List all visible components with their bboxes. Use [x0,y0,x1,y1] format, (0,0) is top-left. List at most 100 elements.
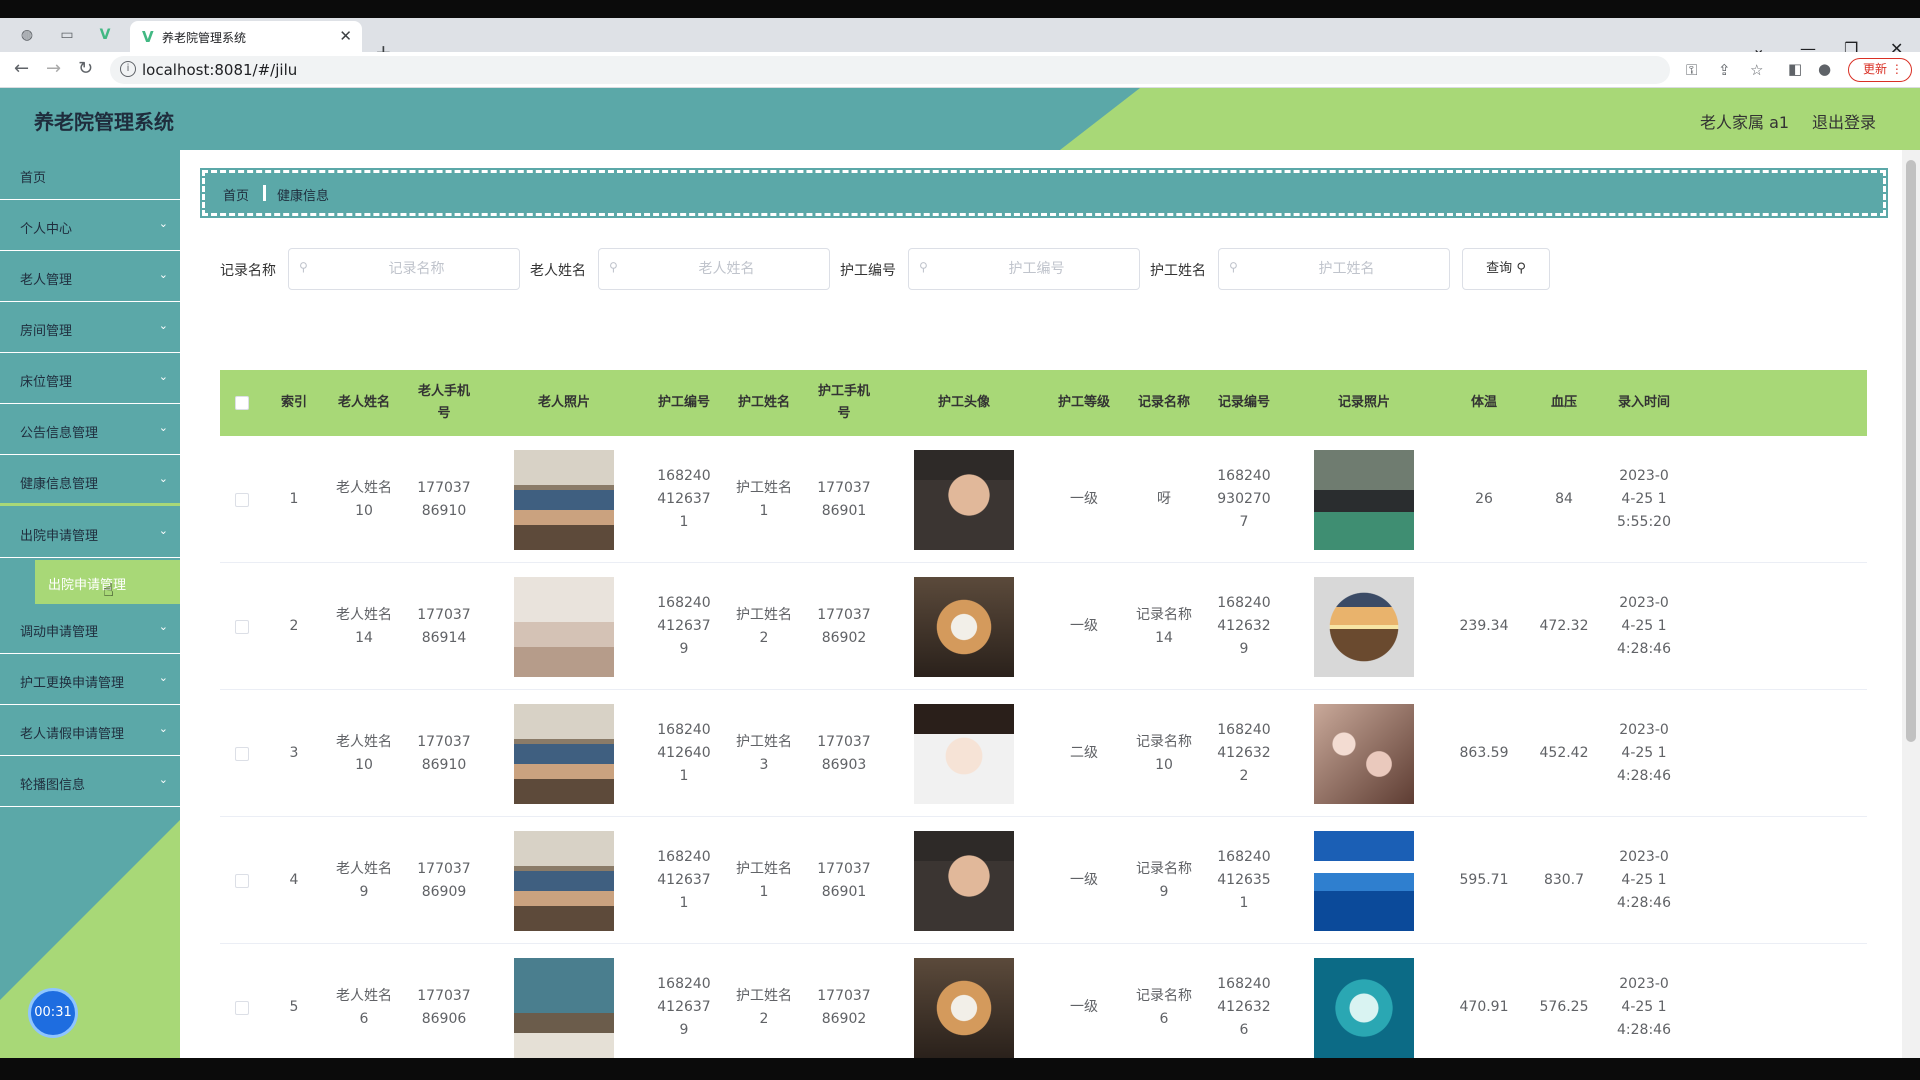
col-pressure-cell: 472.32 [1524,563,1604,690]
shiba-dog-image [914,957,1014,1058]
vue-tab-icon[interactable]: V [94,24,116,46]
col-record-id-value: 1682404126329 [1217,595,1271,657]
row-checkbox[interactable] [235,492,249,507]
col-pressure-value: 576.25 [1539,999,1589,1015]
sidebar-item[interactable]: 老人管理 ⌄ [0,252,180,302]
col-index-value: 4 [289,872,299,888]
col-elder-photo-cell [484,817,644,944]
share-icon[interactable]: ⇪ [1718,61,1731,79]
account-icon[interactable]: ● [1818,60,1831,78]
search-input[interactable] [1249,250,1444,288]
row-select-cell[interactable] [220,690,264,817]
profile-icon[interactable]: ◍ [16,24,38,46]
sidebar-item-label: 轮播图信息 [20,778,86,793]
side-panel-icon[interactable]: ◧ [1788,60,1802,78]
search-input[interactable] [939,250,1134,288]
search-icon: ⚲ [919,260,928,274]
browser-tab-active[interactable]: V 养老院管理系统 ✕ [130,21,362,52]
col-record-id-cell: 1682404126351 [1204,817,1284,944]
row-checkbox[interactable] [235,746,249,761]
sidebar-item[interactable]: 出院申请管理 ⌄ [0,508,180,558]
query-button[interactable]: 查询 ⚲ [1462,248,1550,290]
search-field[interactable]: ⚲ [908,248,1140,290]
col-elder-phone-value: 17703786914 [417,606,471,646]
chevron-down-icon: ⌄ [158,370,168,383]
forward-icon[interactable]: → [46,58,61,79]
sidebar-item[interactable]: 床位管理 ⌄ [0,354,180,404]
sidebar-item[interactable]: 首页 [0,150,180,200]
sidebar-item[interactable]: 护工更换申请管理 ⌄ [0,655,180,705]
col-level-cell: 一级 [1044,944,1124,1058]
col-record-name-cell: 呀 [1124,436,1204,563]
row-checkbox[interactable] [235,619,249,634]
sidebar-item-label: 健康信息管理 [20,477,99,492]
row-select-cell[interactable] [220,563,264,690]
search-input[interactable] [319,250,514,288]
search-input[interactable] [629,250,824,288]
tab-close-icon[interactable]: ✕ [339,27,352,45]
table-row[interactable]: 5 老人姓名6 17703786906 1682404126379 护工姓名2 17703… [220,944,1867,1058]
select-all-checkbox[interactable] [235,396,249,410]
reload-icon[interactable]: ↻ [78,58,93,79]
col-level-cell: 一级 [1044,817,1124,944]
bookmark-star-icon[interactable]: ☆ [1750,61,1763,79]
update-button[interactable]: 更新 ⋮ [1848,58,1912,82]
col-nurse-id-cell: 1682404126371 [644,817,724,944]
sidebar-item[interactable]: 调动申请管理 ⌄ [0,604,180,654]
col-index-cell: 3 [264,690,324,817]
main-content: 首页 健康信息 记录名称⚲老人姓名⚲护工编号⚲护工姓名⚲ 查询 ⚲ 索引老人姓名… [180,150,1902,1058]
breadcrumb-home[interactable]: 首页 [223,185,249,204]
search-field-label: 记录名称 [220,263,276,279]
row-select-cell[interactable] [220,944,264,1058]
back-icon[interactable]: ← [14,58,29,79]
sidebar-item[interactable]: 公告信息管理 ⌄ [0,405,180,455]
col-record-name-cell: 记录名称10 [1124,690,1204,817]
sidebar-item-label: 公告信息管理 [20,426,99,441]
logout-link[interactable]: 退出登录 [1812,109,1876,133]
site-info-icon[interactable]: i [120,61,136,77]
sidebar-item-label: 老人管理 [20,273,73,288]
sidebar-item[interactable]: 轮播图信息 ⌄ [0,757,180,807]
key-icon[interactable]: ⚿ [1686,61,1697,79]
col-record-photo-cell [1284,817,1444,944]
chevron-down-icon: ⌄ [158,773,168,786]
header-select-all[interactable] [220,370,264,436]
sidebar-item-label: 个人中心 [20,222,73,237]
recording-timer[interactable]: 00:31 [28,988,78,1038]
col-elder-name-value: 老人姓名6 [336,987,392,1027]
elders-at-table-image [514,703,614,804]
col-time-value: 2023-04-25 14:28:46 [1617,722,1671,784]
row-select-cell[interactable] [220,436,264,563]
table-row[interactable]: 1 老人姓名10 17703786910 1682404126371 护工姓名1 1770… [220,436,1867,563]
table-row[interactable]: 2 老人姓名14 17703786914 1682404126379 护工姓名2 1770… [220,563,1867,690]
page-scrollbar[interactable] [1902,150,1920,1058]
col-nurse-name-cell: 护工姓名2 [724,563,804,690]
col-record-name-cell: 记录名称9 [1124,817,1204,944]
url-field[interactable]: i localhost:8081/#/jilu ⚿ ⇪ ☆ [110,56,1763,84]
search-field[interactable]: ⚲ [288,248,520,290]
sidebar-item[interactable]: 个人中心 ⌄ [0,201,180,251]
col-nurse-avatar-cell [884,436,1044,563]
col-elder-name-value: 老人姓名10 [336,733,392,773]
table-row[interactable]: 4 老人姓名9 17703786909 1682404126371 护工姓名1 17703… [220,817,1867,944]
col-record-photo-cell [1284,563,1444,690]
sidebar-item[interactable]: 健康信息管理 ⌄ [0,456,180,506]
chevron-down-icon: ⌄ [158,268,168,281]
row-select-cell[interactable] [220,817,264,944]
row-checkbox[interactable] [235,873,249,888]
col-nurse-name-header: 护工姓名 [737,395,790,410]
row-checkbox[interactable] [235,1000,249,1015]
scrollbar-thumb[interactable] [1906,160,1916,742]
breadcrumb-separator [263,185,266,201]
col-pressure-cell: 84 [1524,436,1604,563]
breadcrumb: 首页 健康信息 [200,168,1888,218]
table-row[interactable]: 3 老人姓名10 17703786910 1682404126401 护工姓名3 1770… [220,690,1867,817]
col-temperature-value: 863.59 [1459,745,1509,761]
col-record-id-value: 1682404126322 [1217,722,1271,784]
col-index-value: 1 [289,491,299,507]
tab-group-icon[interactable]: ▭ [56,24,78,46]
sidebar-item[interactable]: 房间管理 ⌄ [0,303,180,353]
search-field[interactable]: ⚲ [598,248,830,290]
search-field[interactable]: ⚲ [1218,248,1450,290]
sidebar-item[interactable]: 老人请假申请管理 ⌄ [0,706,180,756]
